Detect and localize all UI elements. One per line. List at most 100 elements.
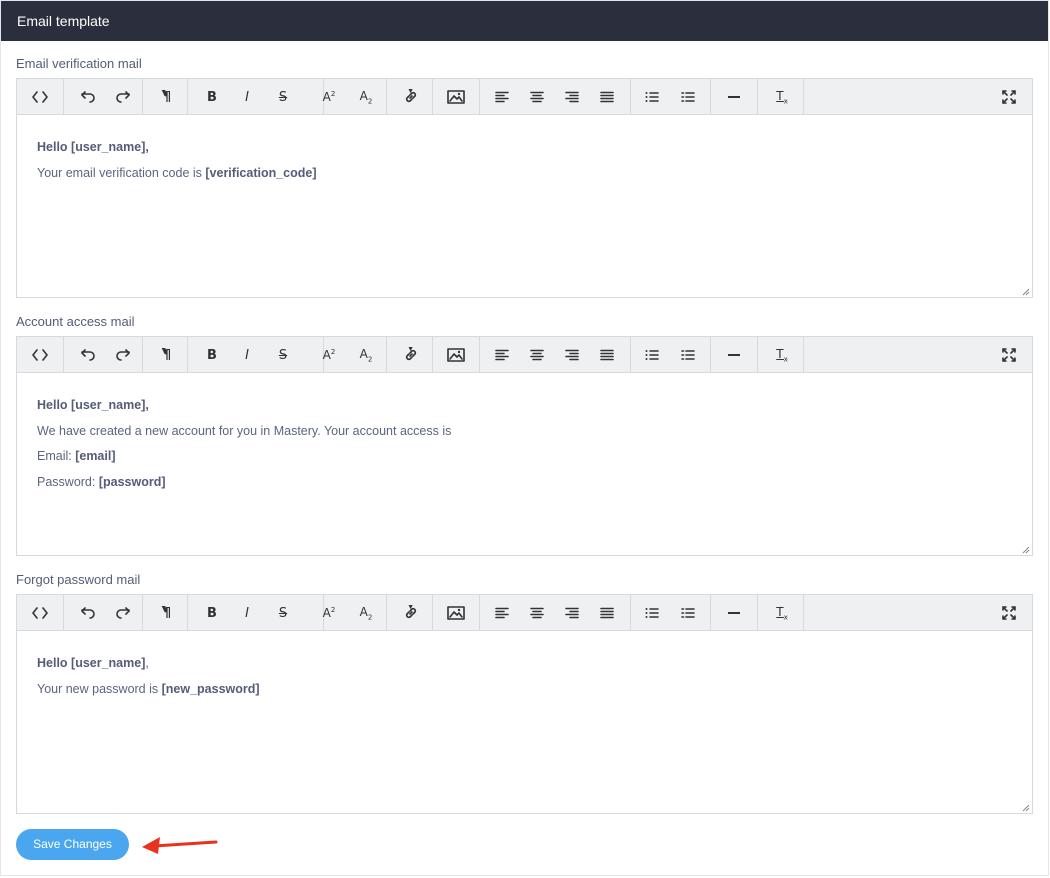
fullscreen-button[interactable] [994, 595, 1024, 631]
subscript-button[interactable]: A2 [351, 595, 381, 631]
align-left-button[interactable] [487, 337, 517, 373]
align-right-button[interactable] [557, 337, 587, 373]
align-center-button[interactable] [522, 79, 552, 115]
numbered-list-button[interactable] [673, 595, 703, 631]
align-center-icon [530, 91, 544, 103]
fullscreen-button[interactable] [994, 79, 1024, 115]
content-placeholder-token: Hello [user_name] [37, 656, 146, 670]
image-button[interactable] [441, 595, 471, 631]
align-left-button[interactable] [487, 595, 517, 631]
align-right-icon [565, 349, 579, 361]
strikethrough-icon: S [278, 605, 288, 621]
bold-button[interactable]: B [197, 595, 227, 631]
align-left-button[interactable] [487, 79, 517, 115]
toolbar-separator [187, 79, 188, 115]
resize-handle-icon[interactable] [1022, 546, 1030, 554]
numbered-list-button[interactable] [673, 337, 703, 373]
link-button[interactable]: ▼ [396, 337, 426, 373]
bullet-list-button[interactable] [637, 595, 667, 631]
align-center-button[interactable] [522, 595, 552, 631]
redo-button[interactable] [108, 595, 138, 631]
link-button[interactable]: ▼ [396, 79, 426, 115]
toolbar-separator [803, 337, 804, 373]
undo-button[interactable] [73, 337, 103, 373]
toolbar-separator [63, 79, 64, 115]
align-right-button[interactable] [557, 595, 587, 631]
resize-handle-icon[interactable] [1022, 288, 1030, 296]
content-text: We have created a new account for you in… [37, 423, 452, 438]
bullet-list-button[interactable] [637, 79, 667, 115]
bold-button[interactable]: B [197, 337, 227, 373]
bold-button[interactable]: B [197, 79, 227, 115]
image-button[interactable] [441, 337, 471, 373]
italic-button[interactable]: I [232, 595, 262, 631]
redo-button[interactable] [108, 79, 138, 115]
image-button[interactable] [441, 79, 471, 115]
paragraph-button[interactable]: ¶ ▼ [152, 337, 182, 373]
bold-icon: B [207, 605, 217, 621]
strikethrough-button[interactable]: S [268, 337, 298, 373]
redo-button[interactable] [108, 337, 138, 373]
fullscreen-icon [1002, 606, 1016, 620]
clear-format-button[interactable]: Tx [767, 79, 797, 115]
italic-button[interactable]: I [232, 337, 262, 373]
superscript-button[interactable]: A2 [314, 595, 344, 631]
redo-icon [116, 349, 130, 361]
bullet-list-button[interactable] [637, 337, 667, 373]
align-justify-button[interactable] [592, 337, 622, 373]
clear-format-button[interactable]: Tx [767, 595, 797, 631]
paragraph-icon: ¶ ▼ [160, 88, 172, 105]
horizontal-rule-button[interactable] [719, 595, 749, 631]
align-left-icon [495, 607, 509, 619]
fullscreen-icon [1002, 348, 1016, 362]
subscript-button[interactable]: A2 [351, 337, 381, 373]
align-left-icon [495, 349, 509, 361]
content-placeholder-token: [new_password] [161, 681, 260, 696]
strikethrough-button[interactable]: S [268, 595, 298, 631]
content-line: Password: [password] [37, 470, 1012, 496]
align-justify-button[interactable] [592, 79, 622, 115]
code-view-button[interactable] [25, 595, 55, 631]
numbered-list-button[interactable] [673, 79, 703, 115]
editor-email-verification: ¶ ▼ B I S A2 A2 ▼ Tx Hello [user_name], Your emai… [16, 78, 1033, 298]
save-changes-button[interactable]: Save Changes [16, 829, 129, 860]
clear-format-button[interactable]: Tx [767, 337, 797, 373]
align-center-button[interactable] [522, 337, 552, 373]
subscript-button[interactable]: A2 [351, 79, 381, 115]
resize-handle-icon[interactable] [1022, 804, 1030, 812]
align-center-icon [530, 607, 544, 619]
toolbar-separator [479, 79, 480, 115]
toolbar-separator [386, 595, 387, 631]
italic-icon: I [245, 605, 249, 621]
content-line: Email: [email] [37, 444, 1012, 470]
horizontal-rule-icon [727, 95, 741, 99]
superscript-button[interactable]: A2 [314, 79, 344, 115]
editor-content[interactable]: Hello [user_name], Your email verificatio… [17, 115, 1032, 298]
bold-icon: B [207, 89, 217, 105]
content-line: Hello [user_name], [37, 651, 1012, 677]
image-icon [447, 90, 465, 104]
code-view-button[interactable] [25, 79, 55, 115]
link-button[interactable]: ▼ [396, 595, 426, 631]
italic-button[interactable]: I [232, 79, 262, 115]
horizontal-rule-button[interactable] [719, 337, 749, 373]
toolbar-separator [63, 337, 64, 373]
paragraph-button[interactable]: ¶ ▼ [152, 79, 182, 115]
horizontal-rule-icon [727, 353, 741, 357]
strikethrough-button[interactable]: S [268, 79, 298, 115]
bullet-list-icon [645, 91, 659, 103]
code-view-button[interactable] [25, 337, 55, 373]
align-right-button[interactable] [557, 79, 587, 115]
editor-content[interactable]: Hello [user_name], We have created a new … [17, 373, 1032, 556]
content-text: Password: [37, 474, 99, 489]
superscript-button[interactable]: A2 [314, 337, 344, 373]
fullscreen-button[interactable] [994, 337, 1024, 373]
align-justify-button[interactable] [592, 595, 622, 631]
undo-button[interactable] [73, 79, 103, 115]
undo-button[interactable] [73, 595, 103, 631]
editor-content[interactable]: Hello [user_name], Your new password is [… [17, 631, 1032, 814]
horizontal-rule-button[interactable] [719, 79, 749, 115]
undo-icon [81, 349, 95, 361]
paragraph-button[interactable]: ¶ ▼ [152, 595, 182, 631]
editor-toolbar: ¶ ▼ B I S A2 A2 ▼ Tx [17, 79, 1032, 115]
